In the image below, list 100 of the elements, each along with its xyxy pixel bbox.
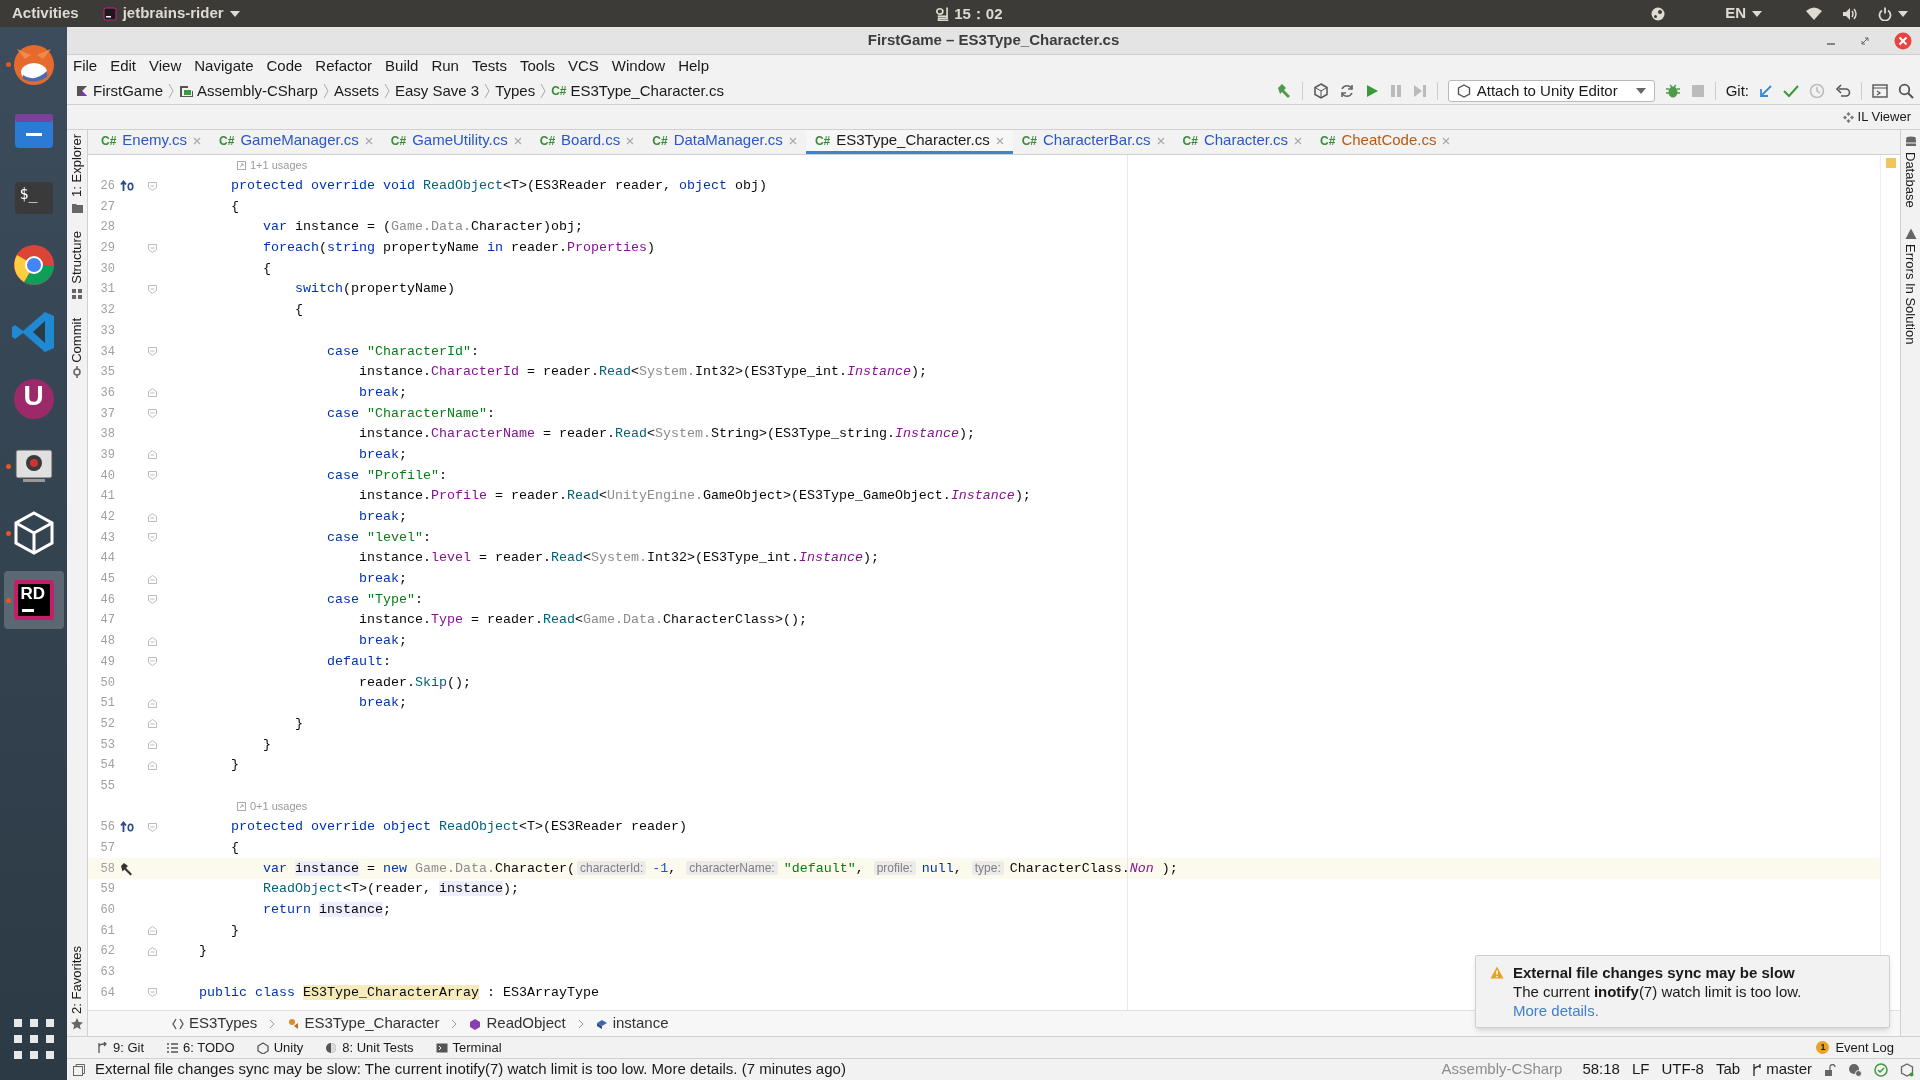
stop-icon[interactable] [1690, 84, 1705, 98]
il-viewer-button[interactable]: IL Viewer [1842, 107, 1911, 127]
menu-item[interactable]: Refactor [315, 55, 373, 78]
refresh-icon[interactable] [1338, 83, 1355, 99]
editor-tab[interactable]: C# Board.cs [530, 130, 644, 154]
menu-item[interactable]: View [149, 55, 182, 78]
menu-item[interactable]: Run [431, 55, 459, 78]
event-log-button[interactable]: Event Log [1835, 1037, 1894, 1058]
tool-window-tab[interactable]: Commit [67, 317, 87, 363]
override-icon[interactable] [120, 180, 134, 193]
window-icon[interactable] [1872, 84, 1888, 98]
tool-window-tab[interactable]: 1: Explorer [67, 134, 87, 197]
fold-icon[interactable] [148, 595, 157, 605]
breadcrumb-item[interactable]: Assembly-CSharp [197, 79, 318, 103]
breadcrumb-item[interactable]: Assets [333, 79, 379, 103]
tool-window-tab[interactable]: Database [1900, 152, 1920, 208]
breadcrumb-item[interactable]: ES3Types [189, 1012, 258, 1035]
fold-icon[interactable] [148, 574, 157, 584]
bug-icon[interactable] [1664, 83, 1681, 99]
clock[interactable]: 일 15：02 [935, 3, 1003, 26]
tool-window-button[interactable]: 9: Git [113, 1037, 145, 1058]
menu-item[interactable]: Window [611, 55, 666, 78]
tool-window-button[interactable]: Terminal [452, 1037, 502, 1058]
activities-button[interactable]: Activities [0, 2, 103, 25]
fold-icon[interactable] [148, 636, 157, 646]
fold-icon[interactable] [148, 409, 157, 419]
run-configuration-dropdown[interactable]: Attach to Unity Editor [1447, 80, 1655, 102]
tool-window-button[interactable]: 6: TODO [183, 1037, 235, 1058]
override-icon[interactable] [120, 821, 134, 834]
checkmark-icon[interactable] [1783, 84, 1799, 98]
close-icon[interactable] [1442, 136, 1451, 145]
menu-item[interactable]: Tests [471, 55, 507, 78]
encoding-indicator[interactable]: UTF-8 [1661, 1058, 1704, 1080]
fold-icon[interactable] [148, 760, 157, 770]
editor-tab[interactable]: C# CheatCode.cs [1311, 130, 1460, 154]
undo-icon[interactable] [1835, 83, 1851, 99]
editor-tab[interactable]: C# GameUtility.cs [381, 130, 531, 154]
check-circle-icon[interactable] [1874, 1062, 1888, 1077]
menu-item[interactable]: VCS [568, 55, 599, 78]
caret-position[interactable]: 58:18 [1582, 1058, 1620, 1080]
fold-icon[interactable] [148, 533, 157, 543]
fold-icon[interactable] [148, 988, 157, 998]
tool-window-button[interactable]: 8: Unit Tests [342, 1037, 414, 1058]
close-button[interactable] [1894, 32, 1912, 50]
apps-grid-icon[interactable] [11, 1017, 56, 1061]
close-icon[interactable] [1156, 136, 1165, 145]
tool-window-button[interactable]: Unity [273, 1037, 304, 1058]
fold-icon[interactable] [148, 347, 157, 357]
editor-tab[interactable]: C# Character.cs [1173, 130, 1312, 154]
menu-item[interactable]: File [73, 55, 98, 78]
fold-icon[interactable] [148, 719, 157, 729]
fold-icon[interactable] [148, 181, 157, 191]
indent-indicator[interactable]: Tab [1715, 1058, 1741, 1080]
cube-icon[interactable] [1312, 83, 1329, 99]
editor-tab[interactable]: C# ES3Type_Character.cs [805, 130, 1013, 154]
breadcrumb-item[interactable]: ES3Type_Character [304, 1012, 440, 1035]
pause-icon[interactable] [1388, 83, 1403, 99]
power-icon[interactable] [1878, 6, 1892, 21]
tool-window-tab[interactable]: Structure [67, 230, 87, 284]
wifi-icon[interactable] [1806, 6, 1822, 21]
menu-item[interactable]: Tools [519, 55, 555, 78]
close-icon[interactable] [995, 136, 1004, 145]
tool-window-tab[interactable]: 2: Favorites [67, 946, 87, 1014]
editor-tab[interactable]: C# CharacterBar.cs [1012, 130, 1174, 154]
fold-icon[interactable] [148, 471, 157, 481]
tool-window-tab[interactable]: Errors In Solution [1900, 243, 1920, 345]
fold-icon[interactable] [148, 512, 157, 522]
editor-tab[interactable]: C# GameManager.cs [210, 130, 382, 154]
more-details-link[interactable]: More details. [1513, 1002, 1599, 1019]
hammer-icon[interactable] [120, 861, 134, 876]
close-icon[interactable] [364, 136, 373, 145]
volume-icon[interactable] [1842, 6, 1858, 21]
step-icon[interactable] [1412, 83, 1427, 99]
fold-icon[interactable] [148, 657, 157, 667]
clock-icon[interactable] [1809, 83, 1825, 99]
toggle-tool-windows-icon[interactable] [73, 1063, 85, 1076]
breadcrumb-item[interactable]: ES3Type_Character.cs [570, 79, 724, 103]
menu-item[interactable]: Edit [110, 55, 137, 78]
breadcrumb-item[interactable]: FirstGame [93, 79, 163, 103]
search-icon[interactable] [1898, 83, 1914, 99]
close-icon[interactable] [513, 136, 522, 145]
lock-icon[interactable] [1824, 1063, 1836, 1076]
close-icon[interactable] [193, 136, 202, 145]
fold-icon[interactable] [148, 284, 157, 294]
fold-icon[interactable] [148, 243, 157, 253]
menu-item[interactable]: Code [266, 55, 303, 78]
branch-indicator[interactable]: master [1766, 1058, 1812, 1080]
breadcrumb-item[interactable]: Easy Save 3 [394, 79, 480, 103]
language-indicator[interactable]: EN [1725, 2, 1746, 25]
fold-icon[interactable] [148, 946, 157, 956]
fold-icon[interactable] [148, 822, 157, 832]
maximize-button[interactable] [1860, 36, 1870, 46]
menu-item[interactable]: Help [678, 55, 710, 78]
close-icon[interactable] [788, 136, 797, 145]
fold-icon[interactable] [148, 740, 157, 750]
fold-icon[interactable] [148, 388, 157, 398]
line-separator-indicator[interactable]: LF [1631, 1058, 1650, 1080]
editor-tab[interactable]: C# DataManager.cs [643, 130, 806, 154]
close-icon[interactable] [626, 136, 635, 145]
cube-icon[interactable] [1900, 1062, 1914, 1077]
